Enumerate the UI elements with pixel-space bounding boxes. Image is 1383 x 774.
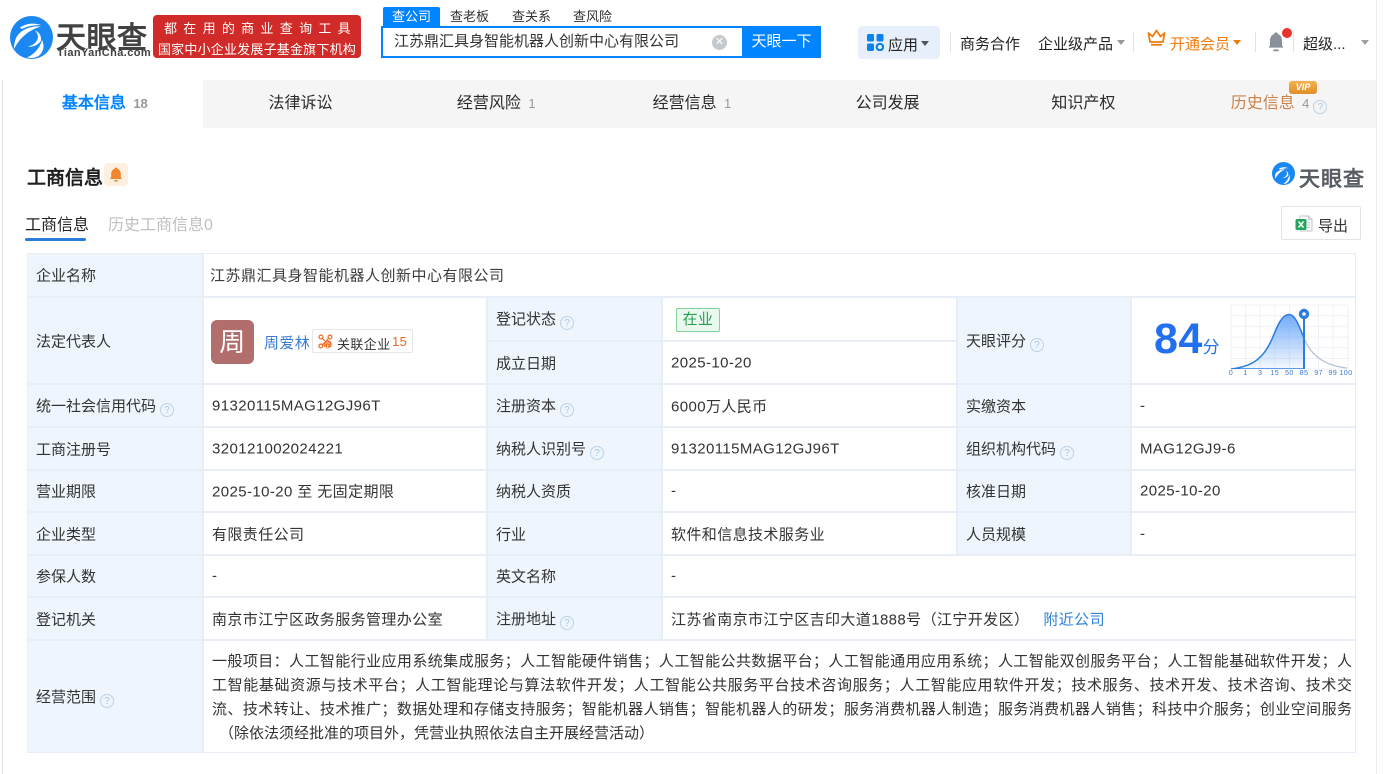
svg-text:97: 97 [1314,368,1323,377]
svg-text:3: 3 [1258,368,1262,377]
svg-text:1: 1 [1243,368,1247,377]
svg-text:企: 企 [324,340,331,349]
svg-text:99: 99 [1328,368,1337,377]
svg-text:100: 100 [1339,368,1352,377]
svg-text:15: 15 [1270,368,1279,377]
svg-text:0: 0 [1229,368,1233,377]
svg-text:85: 85 [1300,368,1309,377]
svg-text:50: 50 [1285,368,1294,377]
